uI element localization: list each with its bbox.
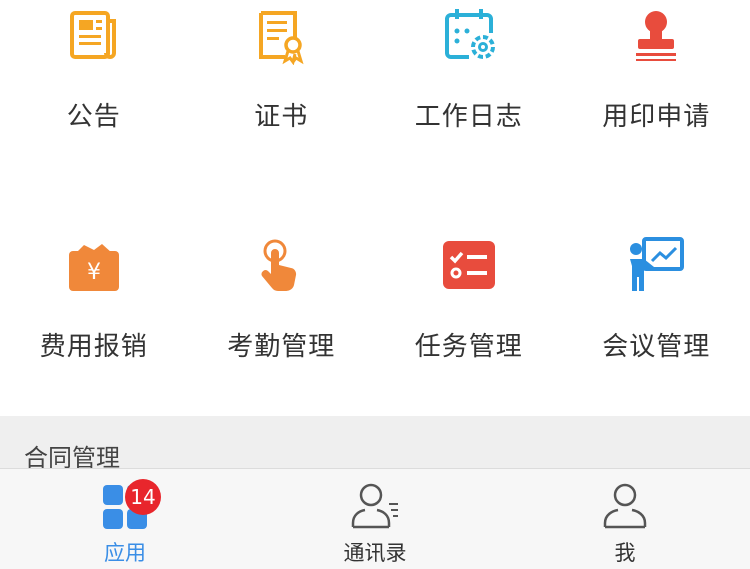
seal-stamp-icon	[626, 5, 686, 65]
wallet-yen-icon: ¥	[64, 235, 124, 295]
app-meeting-label: 会议管理	[563, 326, 750, 363]
app-grid-row-2: ¥ 费用报销 考勤管理 任务管理 会议管理	[0, 230, 750, 416]
app-seal-request-label: 用印申请	[563, 96, 750, 133]
app-certificate-label: 证书	[188, 96, 376, 133]
yen-symbol: ¥	[87, 260, 101, 285]
app-expense[interactable]: ¥ 费用报销	[0, 230, 188, 416]
app-attendance-label: 考勤管理	[188, 326, 376, 363]
app-seal-request[interactable]: 用印申请	[563, 0, 750, 200]
tab-me[interactable]: 我	[500, 469, 750, 569]
tab-me-label: 我	[500, 537, 750, 567]
hand-tap-icon	[251, 235, 311, 295]
tab-apps[interactable]: 14 应用	[0, 469, 250, 569]
notification-badge: 14	[125, 479, 161, 515]
app-attendance[interactable]: 考勤管理	[188, 230, 376, 416]
user-icon	[599, 479, 651, 531]
app-worklog-label: 工作日志	[375, 96, 563, 133]
app-notice-label: 公告	[0, 96, 188, 133]
contacts-icon	[349, 479, 401, 531]
newspaper-icon	[64, 5, 124, 65]
tab-contacts-label: 通讯录	[250, 537, 500, 567]
app-expense-label: 费用报销	[0, 326, 188, 363]
checklist-icon	[439, 235, 499, 295]
tab-contacts[interactable]: 通讯录	[250, 469, 500, 569]
app-meeting[interactable]: 会议管理	[563, 230, 750, 416]
app-grid-row-1: 公告 证书 工作日志	[0, 0, 750, 200]
app-notice[interactable]: 公告	[0, 0, 188, 200]
certificate-icon	[251, 5, 311, 65]
app-task-label: 任务管理	[375, 326, 563, 363]
app-task[interactable]: 任务管理	[375, 230, 563, 416]
tab-apps-label: 应用	[0, 537, 250, 567]
bottom-tab-bar: 14 应用 通讯录 我	[0, 468, 750, 569]
app-worklog[interactable]: 工作日志	[375, 0, 563, 200]
section-header: 合同管理	[0, 416, 750, 468]
calendar-gear-icon	[439, 5, 499, 65]
app-certificate[interactable]: 证书	[188, 0, 376, 200]
presentation-icon	[626, 235, 686, 295]
